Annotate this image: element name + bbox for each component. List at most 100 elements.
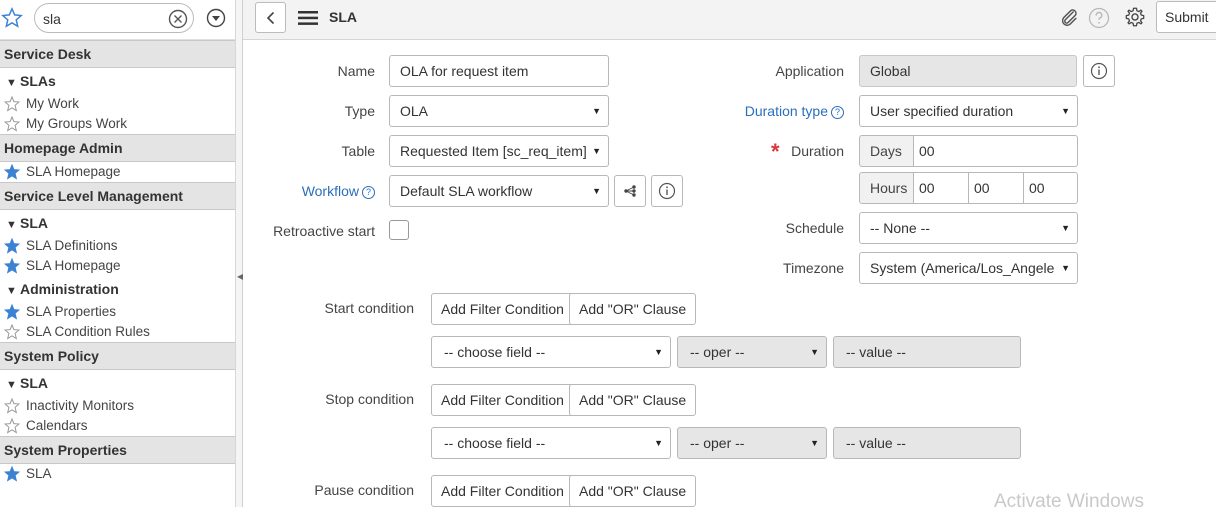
start-add-filter-button[interactable]: Add Filter Condition (431, 293, 574, 325)
schedule-label: Schedule (785, 220, 844, 236)
clear-filter-icon[interactable] (168, 9, 188, 29)
help-icon[interactable] (1088, 7, 1110, 29)
nav-module-label: Inactivity Monitors (26, 398, 135, 413)
timezone-select-value: System (America/Los_Angele (870, 260, 1055, 276)
nav-module-item[interactable]: SLA (0, 464, 235, 484)
days-addon: Days (859, 135, 914, 167)
favorite-star-outline-icon[interactable] (4, 418, 20, 434)
nav-module-label: SLA Definitions (26, 238, 118, 253)
type-select[interactable]: OLA (389, 95, 609, 127)
nav-module-item[interactable]: My Work (0, 94, 235, 114)
start-operator-select[interactable]: -- oper -- (677, 336, 827, 368)
start-choose-field-select[interactable]: -- choose field -- (431, 336, 671, 368)
stop-operator-select[interactable]: -- oper -- (677, 427, 827, 459)
nav-module-item[interactable]: Inactivity Monitors (0, 396, 235, 416)
duration-type-label[interactable]: Duration type? (745, 103, 844, 119)
type-label: Type (344, 103, 375, 119)
favorite-star-filled-icon[interactable] (4, 164, 20, 180)
back-button[interactable] (255, 2, 286, 33)
show-workflow-button[interactable] (614, 175, 646, 207)
filter-navigator-input[interactable] (43, 9, 163, 29)
stop-add-filter-button[interactable]: Add Filter Condition (431, 384, 574, 416)
workflow-label[interactable]: Workflow? (302, 183, 375, 199)
days-input[interactable]: 00 (913, 135, 1078, 167)
collapse-triangle-icon[interactable]: ▼ (6, 278, 20, 304)
retroactive-start-label: Retroactive start (273, 223, 375, 239)
filter-navigator-box (34, 3, 194, 33)
workflow-preview-button[interactable] (651, 175, 683, 207)
nav-group-header[interactable]: ▼ SLA (0, 210, 235, 236)
nav-section-header[interactable]: System Policy (0, 342, 235, 370)
workflow-diagram-icon (624, 185, 636, 197)
paperclip-icon[interactable] (1058, 6, 1080, 28)
gear-icon[interactable] (1124, 6, 1146, 28)
type-select-value: OLA (400, 103, 429, 119)
retroactive-start-checkbox[interactable] (389, 220, 409, 240)
nav-module-label: SLA Condition Rules (26, 324, 150, 339)
nav-section-header[interactable]: Homepage Admin (0, 134, 235, 162)
minutes-input[interactable]: 00 (968, 172, 1024, 204)
application-label: Application (775, 63, 845, 79)
nav-module-label: SLA Homepage (26, 164, 121, 179)
workflow-help-icon[interactable]: ? (362, 186, 375, 199)
collapse-triangle-icon[interactable]: ▼ (6, 212, 20, 238)
seconds-input[interactable]: 00 (1023, 172, 1078, 204)
favorite-star-filled-icon[interactable] (4, 304, 20, 320)
favorite-star-filled-icon[interactable] (4, 238, 20, 254)
nav-module-item[interactable]: SLA Definitions (0, 236, 235, 256)
nav-module-label: SLA Homepage (26, 258, 121, 273)
nav-group-label: SLA (20, 375, 48, 391)
nav-section-header[interactable]: Service Desk (0, 40, 235, 68)
collapse-triangle-icon[interactable]: ▼ (6, 372, 20, 398)
pause-add-or-button[interactable]: Add "OR" Clause (569, 475, 697, 507)
stop-choose-field-select[interactable]: -- choose field -- (431, 427, 671, 459)
favorite-star-outline-icon[interactable] (4, 96, 20, 112)
stop-value-field[interactable]: -- value -- (833, 427, 1021, 459)
nav-group-label: SLA (20, 215, 48, 231)
start-add-or-button[interactable]: Add "OR" Clause (569, 293, 697, 325)
duration-type-select[interactable]: User specified duration (859, 95, 1078, 127)
duration-type-help-icon[interactable]: ? (831, 106, 844, 119)
submit-button[interactable]: Submit (1156, 1, 1216, 33)
nav-module-item[interactable]: Calendars (0, 416, 235, 436)
nav-module-label: Calendars (26, 418, 88, 433)
collapse-triangle-icon[interactable]: ▼ (6, 70, 20, 96)
table-select[interactable]: Requested Item [sc_req_item] (389, 135, 609, 167)
nav-group-header[interactable]: ▼ Administration (0, 276, 235, 302)
nav-group-header[interactable]: ▼ SLAs (0, 68, 235, 94)
workflow-label-text: Workflow (301, 183, 359, 199)
favorite-star-outline-icon[interactable] (4, 324, 20, 340)
stop-add-or-button[interactable]: Add "OR" Clause (569, 384, 697, 416)
nav-module-item[interactable]: SLA Condition Rules (0, 322, 235, 342)
nav-module-item[interactable]: SLA Properties (0, 302, 235, 322)
start-value-field[interactable]: -- value -- (833, 336, 1021, 368)
pause-add-filter-button[interactable]: Add Filter Condition (431, 475, 574, 507)
nav-section-header[interactable]: Service Level Management (0, 182, 235, 210)
required-asterisk-icon: * (771, 139, 780, 164)
nav-section-header[interactable]: System Properties (0, 436, 235, 464)
sla-definition-form: Name OLA for request item Type OLA Table… (243, 41, 1216, 507)
nav-group-header[interactable]: ▼ SLA (0, 370, 235, 396)
hours-input[interactable]: 00 (913, 172, 969, 204)
table-select-value: Requested Item [sc_req_item] (400, 143, 586, 159)
favorites-star-icon[interactable] (1, 7, 23, 29)
favorite-star-outline-icon[interactable] (4, 116, 20, 132)
application-info-button[interactable] (1083, 55, 1115, 87)
navigator-options-icon[interactable] (206, 8, 226, 28)
timezone-select[interactable]: System (America/Los_Angele (859, 252, 1078, 284)
nav-module-item[interactable]: SLA Homepage (0, 256, 235, 276)
favorite-star-outline-icon[interactable] (4, 398, 20, 414)
favorite-star-filled-icon[interactable] (4, 258, 20, 274)
nav-module-item[interactable]: SLA Homepage (0, 162, 235, 182)
nav-module-label: SLA Properties (26, 304, 117, 319)
name-field[interactable]: OLA for request item (389, 55, 609, 87)
schedule-select[interactable]: -- None -- (859, 212, 1078, 244)
workflow-select[interactable]: Default SLA workflow (389, 175, 609, 207)
nav-module-item[interactable]: My Groups Work (0, 114, 235, 134)
nav-module-label: SLA (26, 466, 52, 481)
info-icon (658, 182, 676, 200)
favorite-star-filled-icon[interactable] (4, 466, 20, 482)
nav-group-label: SLAs (20, 73, 56, 89)
navigator-splitter[interactable]: ◀ (236, 0, 243, 507)
context-menu-icon[interactable] (298, 10, 318, 26)
